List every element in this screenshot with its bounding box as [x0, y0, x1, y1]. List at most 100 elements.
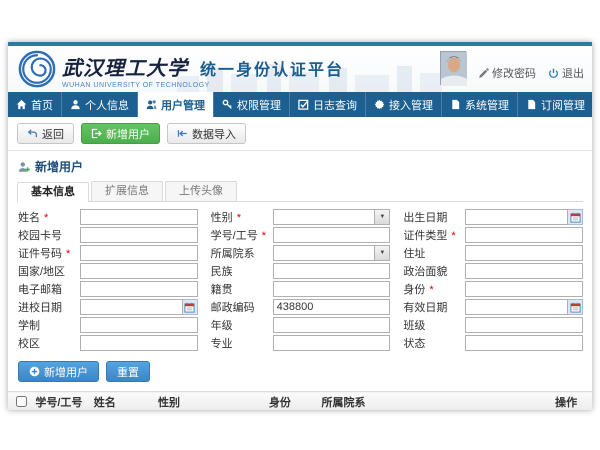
- nav-item-access[interactable]: 接入管理: [366, 92, 442, 117]
- calendar-icon[interactable]: [568, 209, 583, 225]
- change-password-link[interactable]: 修改密码: [478, 65, 536, 81]
- field-label: 证件类型 *: [403, 227, 465, 243]
- field-label: 校区: [18, 335, 80, 351]
- political-status-input[interactable]: [465, 263, 583, 279]
- nav-item-home[interactable]: 首页: [8, 92, 62, 117]
- email-input[interactable]: [80, 281, 198, 297]
- name-input[interactable]: [80, 209, 198, 225]
- field-label: 政治面貌: [403, 263, 465, 279]
- back-button[interactable]: 返回: [17, 123, 74, 144]
- required-mark: *: [426, 284, 433, 296]
- campus-input[interactable]: [80, 335, 198, 351]
- form-field-ethnicity: 民族: [211, 263, 391, 279]
- table-header-cell: 性别: [154, 392, 265, 411]
- grade-input[interactable]: [273, 317, 391, 333]
- content-area: 返回 新增用户 数据导入 新增用户 基本信息扩展信息上传头像 姓名 *性: [8, 117, 592, 410]
- required-mark: *: [41, 212, 48, 224]
- add-user-submit-button[interactable]: 新增用户: [18, 361, 99, 382]
- field-label: 国家/地区: [18, 263, 80, 279]
- form-field-email: 电子邮箱: [18, 281, 198, 297]
- field-label: 性别 *: [211, 209, 273, 225]
- page-header: 武汉理工大学 统一身份认证平台 WUHAN UNIVERSITY OF TECH…: [8, 46, 592, 92]
- field-label: 出生日期: [403, 209, 465, 225]
- select-all-cell: [8, 392, 31, 411]
- department-input[interactable]: [273, 245, 376, 261]
- nav-item-system[interactable]: 系统管理: [442, 92, 518, 117]
- native-place-input[interactable]: [273, 281, 391, 297]
- id-type-input[interactable]: [465, 227, 583, 243]
- nav-item-logs[interactable]: 日志查询: [290, 92, 366, 117]
- avatar: [440, 51, 466, 85]
- country-region-input[interactable]: [80, 263, 198, 279]
- form-field-gender: 性别 * ▼: [211, 209, 391, 225]
- field-label: 电子邮箱: [18, 281, 80, 297]
- field-label: 年级: [211, 317, 273, 333]
- key-icon: [222, 99, 233, 110]
- page-title: 统一身份认证平台: [200, 56, 344, 80]
- gender-input[interactable]: [273, 209, 376, 225]
- form-field-campus: 校区: [18, 335, 198, 351]
- export-user-icon: [91, 128, 102, 139]
- field-label: 籍贯: [211, 281, 273, 297]
- table-header-cell: 操作: [551, 392, 592, 411]
- dropdown-arrow-icon[interactable]: ▼: [375, 245, 390, 261]
- tab-upload-avatar[interactable]: 上传头像: [165, 181, 237, 201]
- required-mark: *: [259, 230, 266, 242]
- status-input[interactable]: [465, 335, 583, 351]
- postal-code-input[interactable]: [273, 299, 391, 315]
- table-header-cell: 所属院系: [317, 392, 551, 411]
- dropdown-arrow-icon[interactable]: ▼: [375, 209, 390, 225]
- form-field-department: 所属院系▼: [211, 245, 391, 261]
- form-field-grade: 年级: [211, 317, 391, 333]
- main-nav: 首页个人信息用户管理权限管理日志查询接入管理系统管理订阅管理: [8, 92, 592, 117]
- calendar-icon[interactable]: [183, 299, 198, 315]
- app-window: 武汉理工大学 统一身份认证平台 WUHAN UNIVERSITY OF TECH…: [8, 42, 592, 410]
- users-icon: [146, 99, 157, 110]
- required-mark: *: [63, 248, 70, 260]
- nav-item-profile[interactable]: 个人信息: [62, 92, 138, 117]
- major-input[interactable]: [273, 335, 391, 351]
- reset-button[interactable]: 重置: [106, 361, 150, 382]
- tab-basic-info[interactable]: 基本信息: [17, 182, 89, 202]
- header-user-area: 修改密码 退出: [440, 51, 584, 85]
- nav-item-perms[interactable]: 权限管理: [214, 92, 290, 117]
- form-field-valid-date: 有效日期: [403, 299, 583, 315]
- pencil-icon: [478, 68, 489, 79]
- table-header-cell: 身份: [265, 392, 318, 411]
- section-header: 新增用户: [8, 151, 592, 178]
- field-label: 状态: [403, 335, 465, 351]
- form-field-country-region: 国家/地区: [18, 263, 198, 279]
- field-label: 身份 *: [403, 281, 465, 297]
- add-user-toolbar-button[interactable]: 新增用户: [81, 123, 160, 144]
- field-label: 有效日期: [403, 299, 465, 315]
- ethnicity-input[interactable]: [273, 263, 391, 279]
- address-input[interactable]: [465, 245, 583, 261]
- select-all-checkbox[interactable]: [16, 396, 27, 407]
- field-label: 证件号码 *: [18, 245, 80, 261]
- calendar-icon[interactable]: [568, 299, 583, 315]
- student-id-input[interactable]: [273, 227, 391, 243]
- field-label: 邮政编码: [211, 299, 273, 315]
- birth-date-input[interactable]: [465, 209, 568, 225]
- study-length-input[interactable]: [80, 317, 198, 333]
- campus-card-no-input[interactable]: [80, 227, 198, 243]
- field-label: 学号/工号 *: [211, 227, 273, 243]
- data-import-button[interactable]: 数据导入: [167, 123, 246, 144]
- gear-icon: [374, 99, 385, 110]
- plus-circle-icon: [29, 366, 40, 377]
- nav-item-subscribe[interactable]: 订阅管理: [518, 92, 592, 117]
- nav-item-users[interactable]: 用户管理: [138, 92, 214, 117]
- tab-extended-info[interactable]: 扩展信息: [91, 181, 163, 201]
- identity-input[interactable]: [465, 281, 583, 297]
- valid-date-input[interactable]: [465, 299, 568, 315]
- logout-link[interactable]: 退出: [548, 65, 584, 81]
- class-input[interactable]: [465, 317, 583, 333]
- id-number-input[interactable]: [80, 245, 198, 261]
- table-header-row: 学号/工号姓名性别身份所属院系操作: [8, 392, 592, 411]
- form-field-identity: 身份 *: [403, 281, 583, 297]
- form-field-postal-code: 邮政编码: [211, 299, 391, 315]
- form-field-name: 姓名 *: [18, 209, 198, 225]
- enroll-date-input[interactable]: [80, 299, 183, 315]
- user-add-icon: [18, 161, 30, 173]
- form-field-id-number: 证件号码 *: [18, 245, 198, 261]
